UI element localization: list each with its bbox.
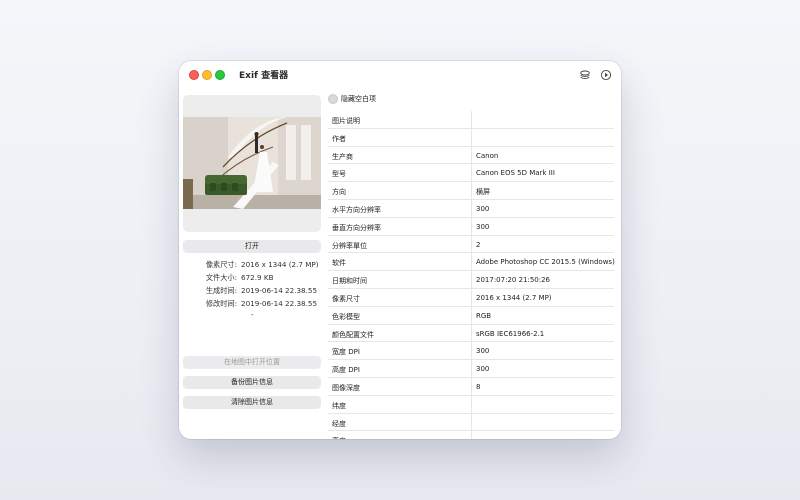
exif-value: 300: [476, 365, 490, 374]
title-bar: Exif 查看器: [179, 61, 621, 89]
exif-key: 高度: [332, 436, 346, 439]
table-row[interactable]: 分辨率單位 2: [328, 235, 614, 254]
window-title: Exif 查看器: [239, 71, 289, 81]
stack-layers-icon: [580, 70, 590, 80]
exif-key: 软件: [332, 259, 346, 268]
minimize-window-button[interactable]: [202, 70, 212, 80]
exif-key: 色彩模型: [332, 312, 360, 321]
info-value: 2019-06-14 22.38.55: [241, 286, 318, 295]
location-placeholder: -: [251, 311, 254, 319]
info-label: 文件大小:: [205, 273, 237, 282]
exif-value: sRGB IEC61966-2.1: [476, 329, 545, 338]
exif-value: 300: [476, 204, 490, 213]
table-row[interactable]: 高度: [328, 431, 614, 439]
clear-info-button[interactable]: 清除图片信息: [183, 396, 321, 409]
backup-info-button[interactable]: 备份图片信息: [183, 376, 321, 389]
exif-value: Canon EOS 5D Mark III: [476, 169, 555, 178]
exif-key: 像素尺寸: [332, 294, 360, 303]
table-row[interactable]: 日期和时间 2017:07:20 21:50:26: [328, 271, 614, 289]
table-row[interactable]: 纬度: [328, 395, 614, 414]
table-row[interactable]: 色彩模型 RGB: [328, 306, 614, 325]
table-row[interactable]: 水平方向分辨率 300: [328, 199, 614, 218]
exif-value: RGB: [476, 311, 492, 320]
table-row[interactable]: 图片说明: [328, 111, 614, 129]
exif-key: 分辨率單位: [332, 241, 367, 250]
exif-key: 水平方向分辨率: [332, 205, 381, 214]
photo-thumbnail: [183, 117, 321, 209]
close-window-button[interactable]: [189, 70, 199, 80]
table-row[interactable]: 型号 Canon EOS 5D Mark III: [328, 164, 614, 183]
table-row[interactable]: 宽度 DPI 300: [328, 342, 614, 361]
table-row[interactable]: 高度 DPI 300: [328, 360, 614, 378]
exif-key: 生产商: [332, 152, 353, 161]
table-row[interactable]: 像素尺寸 2016 x 1344 (2.7 MP): [328, 288, 614, 307]
table-row[interactable]: 垂直方向分辨率 300: [328, 217, 614, 236]
info-value: 672.9 KB: [241, 273, 274, 282]
table-row[interactable]: 方向 横屏: [328, 182, 614, 200]
exif-value: 300: [476, 347, 490, 356]
hide-empty-toggle[interactable]: 隐藏空白项: [328, 93, 376, 105]
zoom-window-button[interactable]: [215, 70, 225, 80]
exif-key: 纬度: [332, 401, 346, 410]
exif-key: 图片说明: [332, 117, 360, 125]
play-toolbar-button[interactable]: [597, 66, 615, 84]
image-preview[interactable]: [183, 95, 321, 232]
hide-empty-label: 隐藏空白项: [341, 95, 376, 103]
table-row[interactable]: 作者: [328, 128, 614, 147]
hide-empty-checkbox[interactable]: [328, 94, 338, 104]
play-circle-icon: [600, 69, 612, 81]
exif-value: 8: [476, 382, 481, 391]
exif-key: 方向: [332, 188, 346, 197]
exif-key: 垂直方向分辨率: [332, 223, 381, 232]
exif-value: Canon: [476, 151, 499, 160]
exif-key: 型号: [332, 170, 346, 179]
info-label: 生成时间:: [205, 286, 237, 295]
open-button[interactable]: 打开: [183, 240, 321, 253]
exif-key: 经度: [332, 419, 346, 428]
right-pane: 隐藏空白项 图片说明 作者 生产商 Canon 型号 Canon EOS 5D Ma…: [328, 89, 621, 439]
exif-key: 作者: [332, 134, 346, 143]
exif-key: 图像深度: [332, 383, 360, 392]
layers-toolbar-button[interactable]: [576, 66, 594, 84]
exif-value: 2017:07:20 21:50:26: [476, 276, 551, 285]
info-value: 2016 x 1344 (2.7 MP): [241, 260, 319, 269]
table-row[interactable]: 生产商 Canon: [328, 146, 614, 165]
table-row[interactable]: 图像深度 8: [328, 377, 614, 396]
exif-key: 高度 DPI: [332, 366, 360, 375]
left-pane: 打开 像素尺寸: 2016 x 1344 (2.7 MP) 文件大小: 672.…: [179, 89, 325, 439]
info-value: 2019-06-14 22.38.55: [241, 299, 318, 308]
exif-value: 2: [476, 240, 481, 249]
exif-viewer-window: Exif 查看器 打开 像素尺寸: 2016 x 1344 (2.7 MP) 文…: [179, 61, 621, 439]
info-label: 修改时间:: [205, 299, 237, 308]
exif-value: 2016 x 1344 (2.7 MP): [476, 293, 552, 302]
exif-value: 横屏: [476, 188, 490, 197]
table-row[interactable]: 颜色配置文件 sRGB IEC61966-2.1: [328, 324, 614, 343]
exif-key: 日期和时间: [332, 277, 367, 286]
table-row[interactable]: 软件 Adobe Photoshop CC 2015.5 (Windows): [328, 253, 615, 272]
exif-value: 300: [476, 222, 490, 231]
exif-key: 宽度 DPI: [332, 348, 360, 357]
exif-value: Adobe Photoshop CC 2015.5 (Windows): [476, 258, 615, 267]
info-label: 像素尺寸:: [205, 260, 237, 269]
exif-key: 颜色配置文件: [332, 330, 374, 339]
table-row[interactable]: 经度: [328, 413, 614, 432]
exif-table: 图片说明 作者 生产商 Canon 型号 Canon EOS 5D Mark III…: [328, 111, 615, 439]
open-in-map-button[interactable]: 在地图中打开位置: [183, 356, 321, 369]
